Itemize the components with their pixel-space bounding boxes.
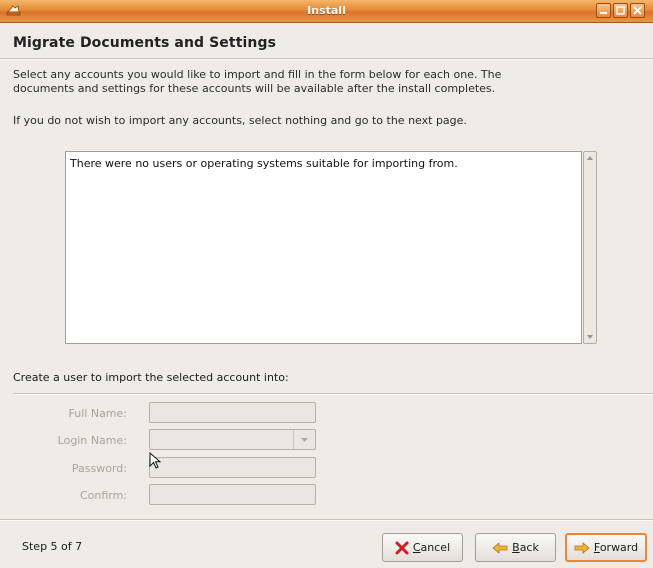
forward-button[interactable]: Forward — [565, 533, 647, 562]
maximize-button[interactable] — [613, 3, 628, 18]
heading-separator — [0, 58, 653, 60]
minimize-button[interactable] — [596, 3, 611, 18]
confirm-password-field[interactable] — [149, 484, 316, 505]
forward-label: Forward — [593, 541, 639, 554]
full-name-label: Full Name: — [68, 407, 127, 420]
login-name-label: Login Name: — [57, 434, 127, 447]
import-user-label: Create a user to import the selected acc… — [13, 371, 289, 384]
footer-separator — [0, 519, 653, 521]
scroll-up-arrow-icon[interactable] — [585, 153, 595, 164]
step-indicator: Step 5 of 7 — [22, 540, 83, 553]
cancel-button[interactable]: Cancel — [382, 533, 463, 562]
accounts-list-scrollbar[interactable] — [583, 151, 597, 344]
password-field[interactable] — [149, 457, 316, 478]
login-name-dropdown[interactable] — [293, 430, 315, 449]
back-label: Back — [512, 541, 539, 554]
skip-hint: If you do not wish to import any account… — [13, 114, 467, 127]
cancel-label: Cancel — [412, 541, 451, 554]
close-icon — [633, 6, 642, 15]
window-title: Install — [307, 4, 346, 17]
description-line-1: Select any accounts you would like to im… — [13, 68, 502, 81]
chevron-down-icon — [301, 438, 308, 442]
login-name-combo[interactable] — [149, 429, 316, 450]
accounts-list[interactable]: There were no users or operating systems… — [65, 151, 582, 344]
title-bar[interactable]: Install — [0, 0, 653, 23]
cancel-icon — [395, 541, 409, 554]
form-separator — [13, 393, 653, 395]
back-arrow-icon — [492, 541, 508, 554]
full-name-field[interactable] — [149, 402, 316, 423]
forward-arrow-icon — [574, 541, 590, 554]
close-button[interactable] — [630, 3, 645, 18]
maximize-icon — [616, 6, 625, 15]
accounts-list-message: There were no users or operating systems… — [70, 157, 458, 170]
description-line-2: documents and settings for these account… — [13, 82, 496, 95]
confirm-label: Confirm: — [79, 489, 127, 502]
back-button[interactable]: Back — [475, 533, 556, 562]
password-label: Password: — [71, 462, 127, 475]
page-heading: Migrate Documents and Settings — [13, 35, 277, 51]
mouse-pointer-icon — [149, 451, 163, 470]
scroll-down-arrow-icon[interactable] — [585, 331, 595, 342]
minimize-icon — [600, 12, 607, 14]
